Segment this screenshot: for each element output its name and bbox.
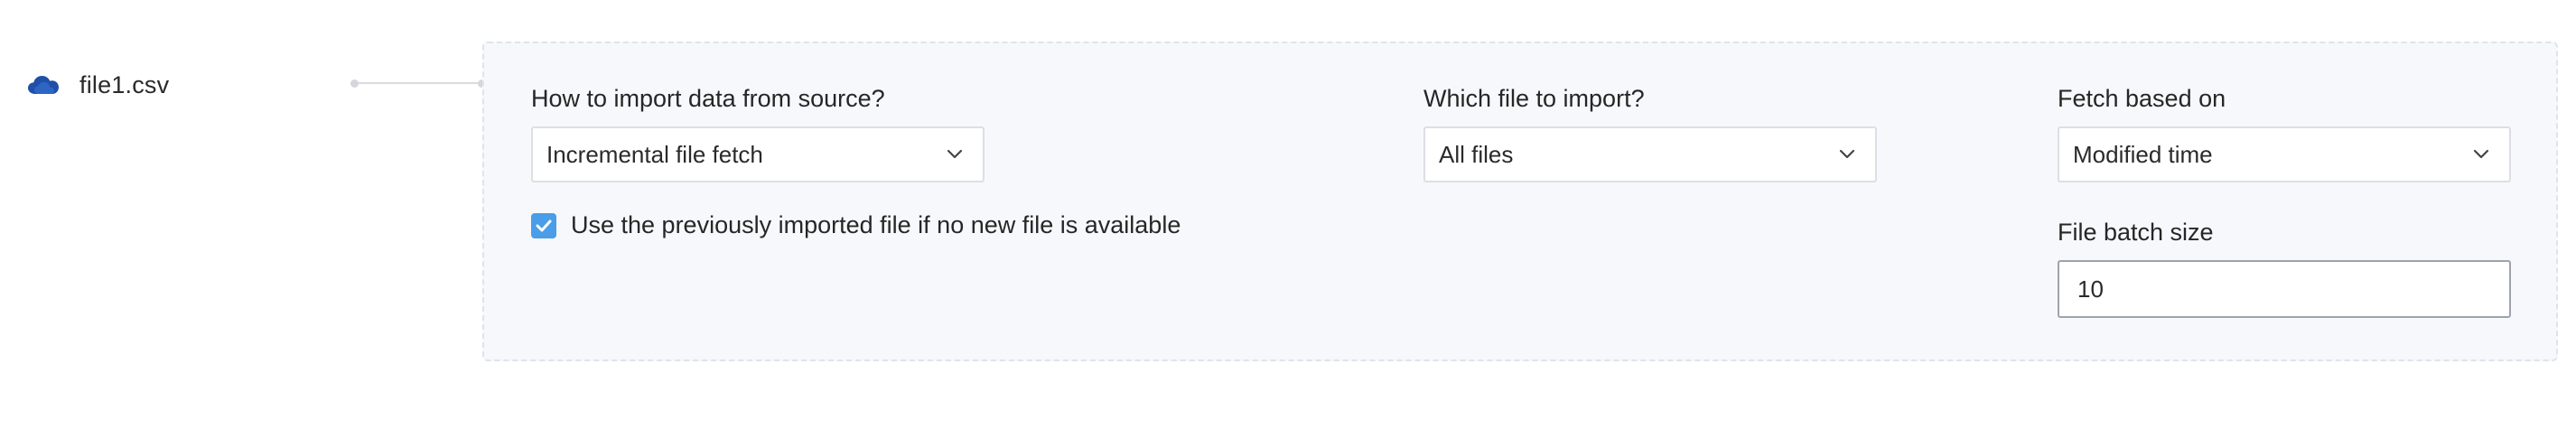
checkbox-checked-icon[interactable] — [531, 212, 556, 238]
file-batch-size-input[interactable] — [2058, 260, 2511, 318]
file-to-import-label: Which file to import? — [1423, 85, 1645, 112]
fetch-based-on-label: Fetch based on — [2058, 85, 2226, 112]
fetch-based-on-select[interactable]: Modified time — [2058, 126, 2511, 182]
file-batch-size-label: File batch size — [2058, 219, 2214, 246]
connector-line — [350, 79, 486, 88]
file-to-import-select[interactable]: All files — [1423, 126, 1877, 182]
fetch-based-on-value: Modified time — [2073, 140, 2213, 168]
use-previous-file-label: Use the previously imported file if no n… — [571, 211, 1181, 238]
chevron-down-icon — [1839, 149, 1855, 160]
import-settings-panel: How to import data from source? Incremen… — [482, 42, 2558, 361]
connector-start-dot — [350, 79, 359, 88]
import-method-select[interactable]: Incremental file fetch — [531, 126, 985, 182]
import-method-value: Incremental file fetch — [546, 140, 763, 168]
file-item[interactable]: file1.csv — [27, 65, 169, 105]
cloud-icon — [27, 74, 60, 96]
use-previous-file-checkbox[interactable]: Use the previously imported file if no n… — [531, 211, 1181, 239]
chevron-down-icon — [2473, 149, 2489, 160]
file-name: file1.csv — [79, 70, 170, 98]
file-to-import-value: All files — [1439, 140, 1514, 168]
chevron-down-icon — [947, 149, 963, 160]
import-method-label: How to import data from source? — [531, 85, 885, 112]
